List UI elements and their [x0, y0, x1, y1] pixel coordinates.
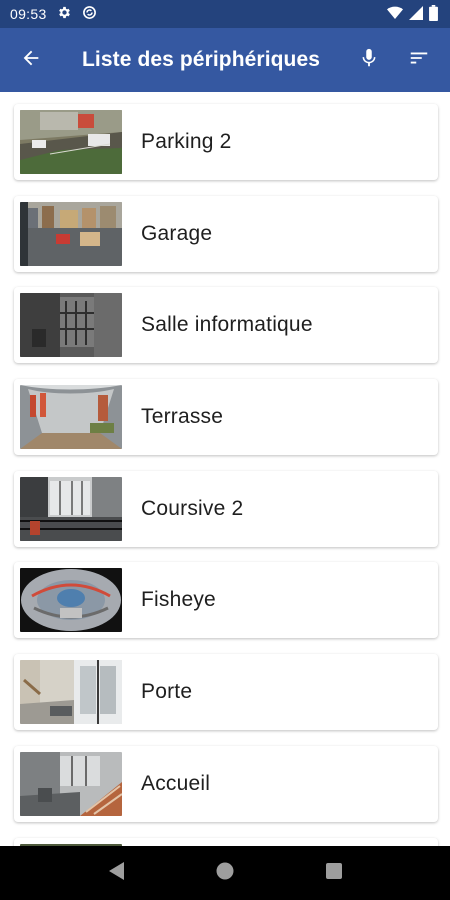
device-name: Terrasse: [141, 405, 224, 429]
back-button[interactable]: [0, 28, 62, 92]
wifi-icon: [387, 6, 403, 23]
device-card[interactable]: Porte: [14, 654, 438, 731]
device-name: Coursive 2: [141, 496, 244, 520]
sync-icon: [82, 5, 97, 23]
device-card-partial[interactable]: [14, 837, 438, 846]
device-card[interactable]: Garage: [14, 195, 438, 272]
device-name: Salle informatique: [141, 313, 313, 337]
device-card[interactable]: Terrasse: [14, 379, 438, 456]
system-nav-bar: [0, 846, 450, 900]
camera-thumbnail: [20, 568, 122, 633]
camera-thumbnail: [20, 476, 122, 541]
battery-icon: [429, 4, 438, 24]
camera-thumbnail: [20, 751, 122, 816]
status-right: [387, 4, 438, 24]
device-name: Accueil: [141, 771, 211, 795]
device-name: Porte: [141, 680, 193, 704]
nav-back-button[interactable]: [96, 853, 136, 893]
nav-home-icon: [215, 861, 235, 886]
device-list: Parking 2 Garage Salle informatique Terr…: [0, 92, 450, 846]
sort-button[interactable]: [394, 28, 444, 92]
device-card[interactable]: Coursive 2: [14, 470, 438, 547]
status-bar: 09:53: [0, 0, 450, 28]
status-left: 09:53: [10, 5, 97, 23]
camera-thumbnail: [20, 110, 122, 174]
voice-search-button[interactable]: [344, 28, 394, 92]
app-bar: Liste des périphériques: [0, 28, 450, 92]
device-card[interactable]: Accueil: [14, 745, 438, 822]
nav-home-button[interactable]: [205, 853, 245, 893]
nav-recents-icon: [325, 862, 343, 885]
device-card[interactable]: Salle informatique: [14, 287, 438, 364]
arrow-left-icon: [20, 47, 42, 74]
device-name: Garage: [141, 221, 213, 245]
camera-thumbnail: [20, 293, 122, 358]
device-name: Fisheye: [141, 588, 216, 612]
settings-gear-icon: [57, 5, 72, 23]
camera-thumbnail: [20, 385, 122, 450]
microphone-icon: [358, 46, 380, 75]
page-title: Liste des périphériques: [82, 48, 321, 71]
device-card[interactable]: Parking 2: [14, 104, 438, 180]
device-card[interactable]: Fisheye: [14, 562, 438, 639]
signal-icon: [409, 5, 423, 23]
camera-thumbnail: [20, 201, 122, 266]
nav-back-icon: [107, 861, 125, 886]
camera-thumbnail: [20, 660, 122, 725]
sort-icon: [408, 47, 430, 74]
status-time: 09:53: [10, 6, 47, 22]
device-name: Parking 2: [141, 130, 232, 153]
nav-recents-button[interactable]: [314, 853, 354, 893]
